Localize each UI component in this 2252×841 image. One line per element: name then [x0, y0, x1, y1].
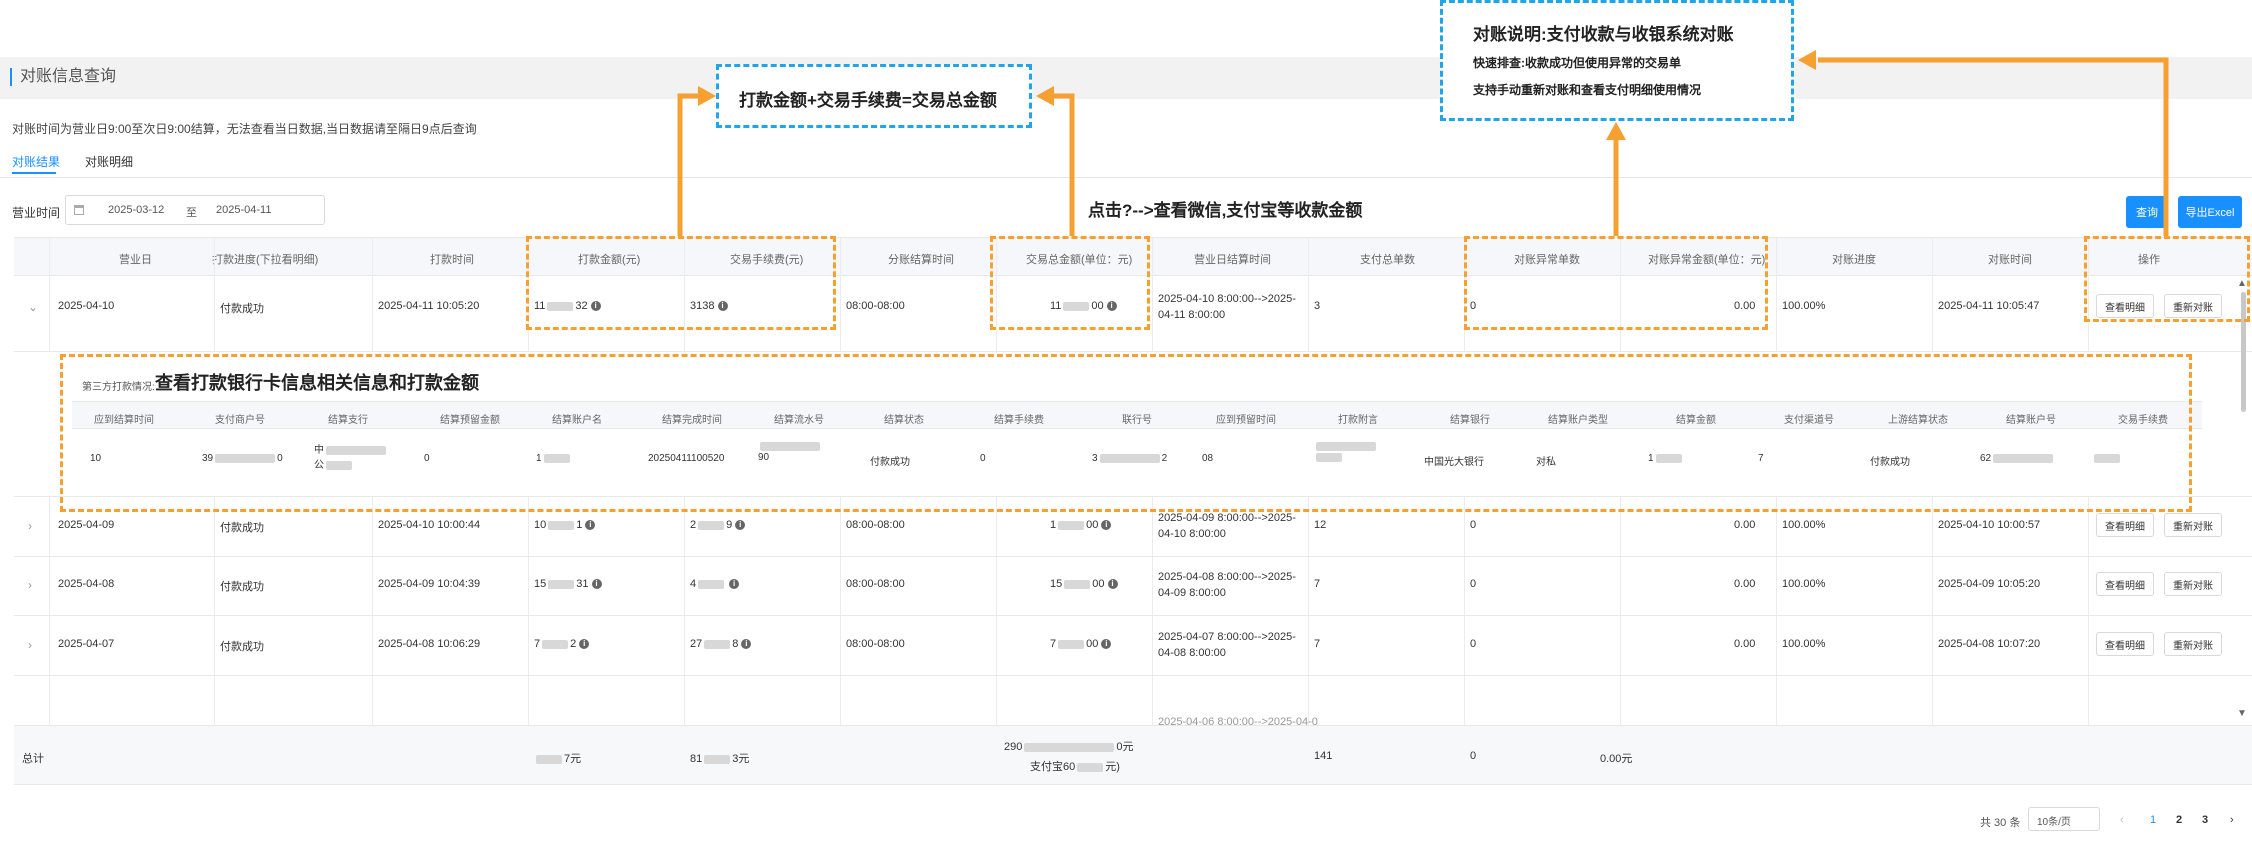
- arrow-head: [1036, 86, 1054, 106]
- arrow-line: [677, 93, 700, 236]
- arrow-line: [1818, 57, 2169, 236]
- callout-arrows: [677, 50, 2169, 236]
- arrow-head: [1606, 122, 1626, 140]
- arrow-head: [698, 86, 716, 106]
- arrow-head: [1798, 50, 1816, 70]
- arrow-line: [1052, 93, 1075, 236]
